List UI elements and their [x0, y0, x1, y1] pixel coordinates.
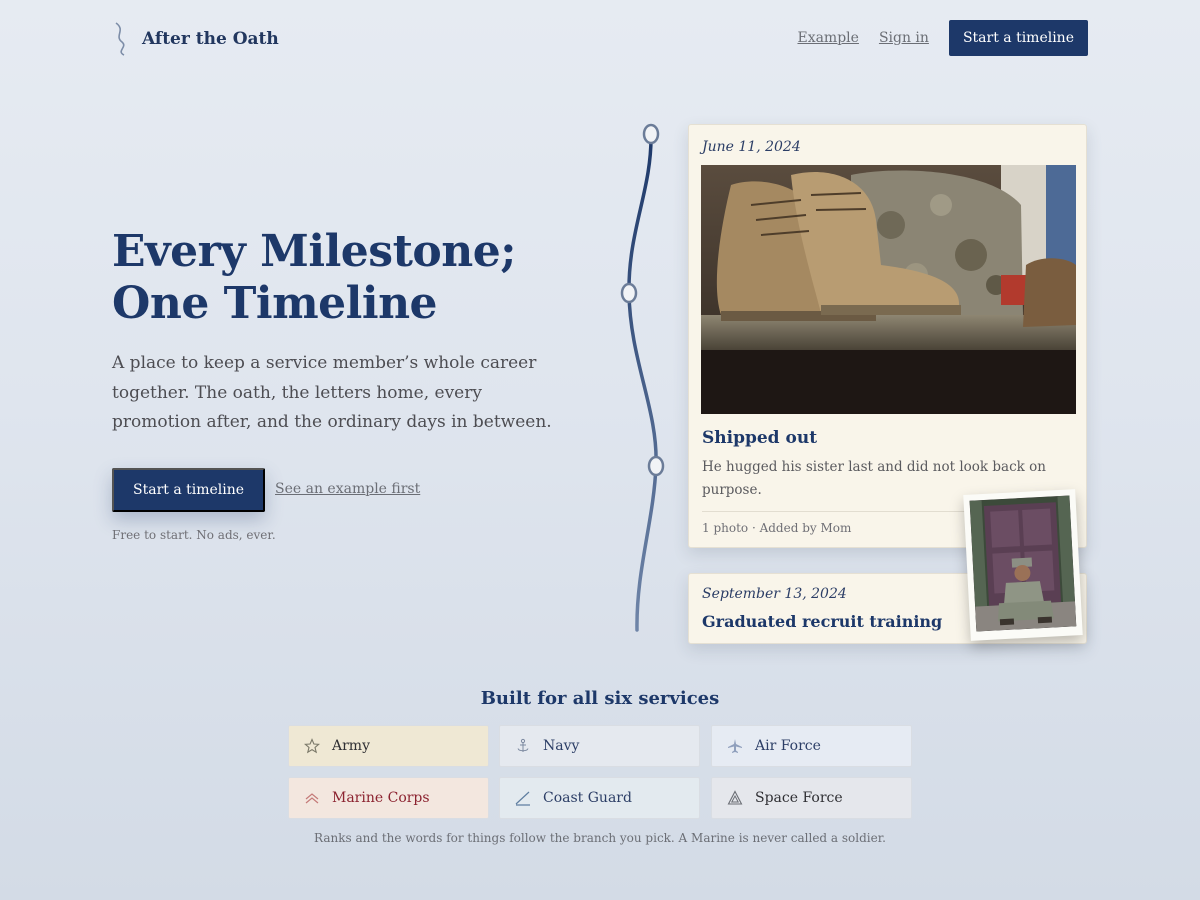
chevron-up-icon [303, 789, 321, 807]
boots-and-rucksack-photo[interactable] [701, 165, 1076, 414]
top-nav: Example Sign in Start a timeline [797, 20, 1088, 56]
brand-name: After the Oath [142, 29, 279, 49]
entry-title: Graduated recruit training [702, 612, 943, 631]
delta-icon [726, 789, 744, 807]
timeline-thread-icon [115, 22, 125, 56]
services-heading: Built for all six services [480, 688, 720, 709]
see-example-link[interactable]: See an example first [275, 481, 420, 497]
brand-logo[interactable]: After the Oath [112, 22, 279, 56]
timeline-thread [620, 123, 665, 632]
service-label: Coast Guard [543, 790, 632, 806]
services-note: Ranks and the words for things follow th… [314, 831, 886, 845]
timeline-node[interactable] [620, 282, 638, 304]
service-label: Space Force [755, 790, 843, 806]
entry-date: June 11, 2024 [702, 139, 801, 155]
entry-title: Shipped out [702, 428, 818, 448]
service-option-space-force[interactable]: Space Force [711, 777, 912, 819]
service-label: Marine Corps [332, 790, 430, 806]
timeline-card[interactable]: June 11, 2024 Shipped out He hugged his … [688, 124, 1087, 548]
plane-icon [726, 737, 744, 755]
entry-meta: 1 photo · Added by Mom [702, 521, 852, 535]
card-divider [702, 511, 968, 512]
hero-title-line-2: One Timeline [112, 278, 438, 329]
star-icon [303, 737, 321, 755]
pen-icon [514, 789, 532, 807]
service-label: Air Force [755, 738, 821, 754]
hero-title-line-1: Every Milestone; [112, 226, 516, 277]
nav-sign-in-link[interactable]: Sign in [879, 30, 929, 46]
service-option-air-force[interactable]: Air Force [711, 725, 912, 767]
entry-date: September 13, 2024 [702, 586, 847, 602]
hero-title: Every Milestone; One Timeline [112, 226, 582, 330]
hero-description: A place to keep a service member’s whole… [112, 353, 552, 432]
service-option-navy[interactable]: Navy [499, 725, 700, 767]
soldier-on-doorstep-photo[interactable] [963, 489, 1083, 641]
hero-start-timeline-button[interactable]: Start a timeline [112, 468, 266, 512]
timeline-node[interactable] [642, 123, 660, 145]
hero-note: Free to start. No ads, ever. [112, 528, 276, 542]
nav-start-timeline-button[interactable]: Start a timeline [948, 20, 1088, 56]
service-label: Navy [543, 738, 580, 754]
anchor-icon [514, 737, 532, 755]
timeline-node[interactable] [647, 455, 665, 477]
service-option-army[interactable]: Army [288, 725, 489, 767]
service-option-marine-corps[interactable]: Marine Corps [288, 777, 489, 819]
service-label: Army [332, 738, 370, 754]
nav-example-link[interactable]: Example [797, 30, 858, 46]
service-option-coast-guard[interactable]: Coast Guard [499, 777, 700, 819]
